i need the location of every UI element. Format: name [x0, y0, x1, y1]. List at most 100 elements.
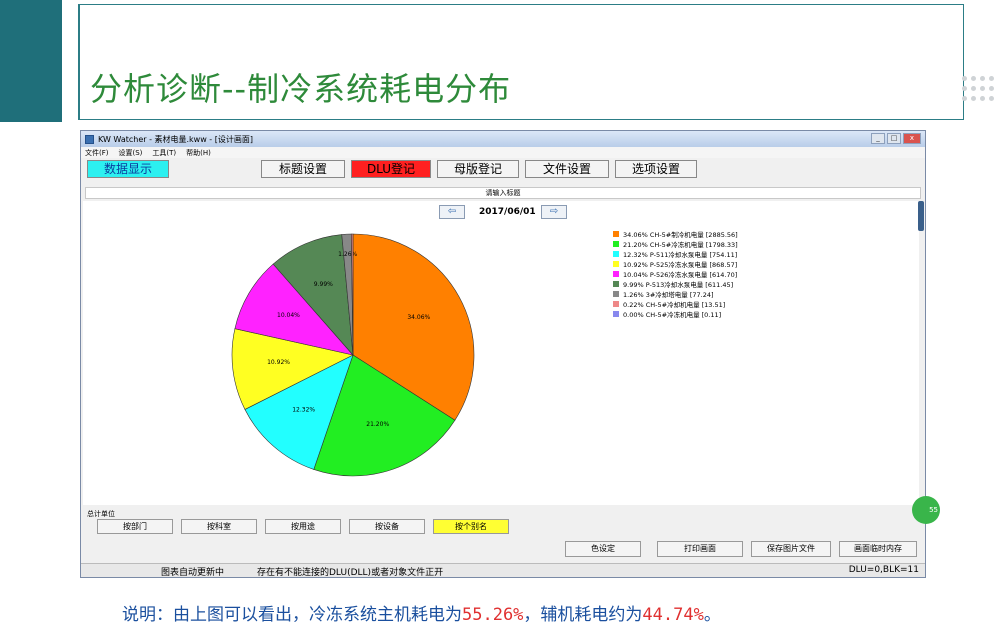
arrow-left-icon: ⇦ [447, 206, 457, 217]
print-screen-button[interactable]: 打印画面 [657, 541, 743, 557]
pie-slice-label-4: 10.04% [277, 312, 300, 319]
note-value-main: 55.26% [462, 605, 524, 625]
pie-slice-label-0: 34.06% [407, 314, 430, 321]
legend-swatch-0 [613, 231, 619, 237]
save-image-button[interactable]: 保存图片文件 [751, 541, 831, 557]
legend-label-3: 10.92% P-525冷冻水泵电量 [868.57] [623, 261, 738, 269]
menubar: 文件(F) 设置(S) 工具(T) 帮助(H) [81, 147, 925, 158]
legend-swatch-5 [613, 281, 619, 287]
window-titlebar[interactable]: KW Watcher - 素材电量.kww - [设计画面] _ □ x [81, 131, 925, 147]
title-accent-block [0, 0, 62, 122]
legend-item-0: 34.06% CH-5#制冷机电量 [2885.56] [613, 229, 738, 239]
legend-label-0: 34.06% CH-5#制冷机电量 [2885.56] [623, 231, 738, 239]
option-settings-button[interactable]: 选项设置 [615, 160, 697, 178]
pie-chart: 34.06% 21.20% 12.32% 10.92% 10.04% 9.99% 1.26% [231, 233, 475, 477]
menu-file[interactable]: 文件(F) [85, 148, 109, 158]
bottom-panel: 总计单位 按部门 按科室 按用途 按设备 按个别名 色设定 打印画面 保存图片文… [83, 507, 919, 561]
master-register-button[interactable]: 母版登记 [437, 160, 519, 178]
chart-legend: 34.06% CH-5#制冷机电量 [2885.56] 21.20% CH-5#冷… [613, 229, 738, 319]
legend-label-4: 10.04% P-526冷冻水泵电量 [614.70] [623, 271, 738, 279]
decorative-dot [989, 96, 994, 101]
status-dlu-count: DLU=0,BLK=11 [848, 565, 919, 575]
menu-help[interactable]: 帮助(H) [186, 148, 211, 158]
side-badge[interactable]: 55 [912, 496, 940, 524]
legend-label-7: 0.22% CH-5#冷却机电量 [13.51] [623, 301, 726, 309]
slide-note: 说明：由上图可以看出，冷冻系统主机耗电为55.26%，辅机耗电约为44.74%。 [122, 600, 721, 625]
menu-settings[interactable]: 设置(S) [119, 148, 143, 158]
app-icon [85, 134, 94, 144]
by-department-button[interactable]: 按部门 [97, 519, 173, 534]
note-prefix: 说明：由上图可以看出，冷冻系统主机耗电为 [122, 605, 462, 625]
legend-swatch-2 [613, 251, 619, 257]
maximize-button[interactable]: □ [887, 133, 901, 144]
legend-label-5: 9.99% P-513冷却水泵电量 [611.45] [623, 281, 734, 289]
legend-swatch-6 [613, 291, 619, 297]
temp-memory-button[interactable]: 画面临时内存 [839, 541, 917, 557]
legend-item-7: 0.22% CH-5#冷却机电量 [13.51] [613, 299, 738, 309]
close-button[interactable]: x [903, 133, 921, 144]
legend-swatch-1 [613, 241, 619, 247]
data-display-button[interactable]: 数据显示 [87, 160, 169, 178]
by-section-button[interactable]: 按科室 [181, 519, 257, 534]
decorative-dot [971, 76, 976, 81]
legend-item-8: 0.00% CH-5#冷冻机电量 [0.11] [613, 309, 738, 319]
scrollbar-thumb[interactable] [918, 201, 924, 231]
status-message: 存在有不能连接的DLU(DLL)或者对象文件正开 [257, 568, 444, 578]
toolbar: 数据显示 标题设置 DLU登记 母版登记 文件设置 选项设置 [81, 158, 925, 180]
legend-swatch-3 [613, 261, 619, 267]
pie-slice-label-3: 10.92% [267, 359, 290, 366]
dlu-register-button[interactable]: DLU登记 [351, 160, 431, 178]
slide-title: 分析诊断--制冷系统耗电分布 [90, 70, 512, 108]
arrow-right-icon: ⇨ [549, 206, 559, 217]
pie-slice-label-1: 21.20% [366, 421, 389, 428]
legend-swatch-4 [613, 271, 619, 277]
legend-label-2: 12.32% P-511冷却水泵电量 [754.11] [623, 251, 738, 259]
by-usage-button[interactable]: 按用途 [265, 519, 341, 534]
window-title: KW Watcher - 素材电量.kww - [设计画面] [98, 134, 253, 144]
slide: 分析诊断--制冷系统耗电分布 KW Watcher - 素材电量.kww - [… [0, 0, 1001, 640]
date-label: 2017/06/01 [479, 207, 536, 217]
chart-title-input[interactable]: 请输入标题 [85, 187, 921, 199]
decorative-dot [962, 76, 967, 81]
legend-item-3: 10.92% P-525冷冻水泵电量 [868.57] [613, 259, 738, 269]
color-settings-button[interactable]: 色设定 [565, 541, 641, 557]
decorative-dot [980, 96, 985, 101]
legend-label-8: 0.00% CH-5#冷冻机电量 [0.11] [623, 311, 722, 319]
statusbar: 图表自动更新中 存在有不能连接的DLU(DLL)或者对象文件正开 DLU=0,B… [81, 563, 925, 578]
chart-area: ⇦ 2017/06/01 ⇨ 34.06% 21.20% 12.32% 10.92% 1… [83, 201, 919, 505]
pie-slice-label-2: 12.32% [292, 407, 315, 414]
minimize-button[interactable]: _ [871, 133, 885, 144]
group-label: 总计单位 [87, 510, 115, 518]
legend-item-6: 1.26% 3#冷却塔电量 [77.24] [613, 289, 738, 299]
menu-tools[interactable]: 工具(T) [152, 148, 176, 158]
decorative-dot [980, 86, 985, 91]
legend-item-4: 10.04% P-526冷冻水泵电量 [614.70] [613, 269, 738, 279]
window-controls: _ □ x [871, 133, 921, 144]
legend-swatch-7 [613, 301, 619, 307]
prev-date-button[interactable]: ⇦ [439, 205, 465, 219]
legend-item-5: 9.99% P-513冷却水泵电量 [611.45] [613, 279, 738, 289]
decorative-dots-icon [962, 76, 996, 106]
note-mid: ，辅机耗电约为 [523, 605, 643, 625]
decorative-dot [989, 76, 994, 81]
decorative-dot [962, 86, 967, 91]
status-auto-update: 图表自动更新中 [161, 568, 225, 578]
next-date-button[interactable]: ⇨ [541, 205, 567, 219]
title-settings-button[interactable]: 标题设置 [261, 160, 345, 178]
legend-item-1: 21.20% CH-5#冷冻机电量 [1798.33] [613, 239, 738, 249]
legend-label-6: 1.26% 3#冷却塔电量 [77.24] [623, 291, 714, 299]
decorative-dot [962, 96, 967, 101]
decorative-dot [980, 76, 985, 81]
decorative-dot [989, 86, 994, 91]
app-window: KW Watcher - 素材电量.kww - [设计画面] _ □ x 文件(… [80, 130, 926, 578]
note-suffix: 。 [703, 605, 721, 625]
note-value-aux: 44.74% [642, 605, 704, 625]
by-device-button[interactable]: 按设备 [349, 519, 425, 534]
pie-slice-label-6: 1.26% [338, 251, 357, 258]
file-settings-button[interactable]: 文件设置 [525, 160, 609, 178]
by-individual-button[interactable]: 按个别名 [433, 519, 509, 534]
legend-item-2: 12.32% P-511冷却水泵电量 [754.11] [613, 249, 738, 259]
legend-label-1: 21.20% CH-5#冷冻机电量 [1798.33] [623, 241, 738, 249]
pie-slice-label-5: 9.99% [314, 281, 333, 288]
legend-swatch-8 [613, 311, 619, 317]
